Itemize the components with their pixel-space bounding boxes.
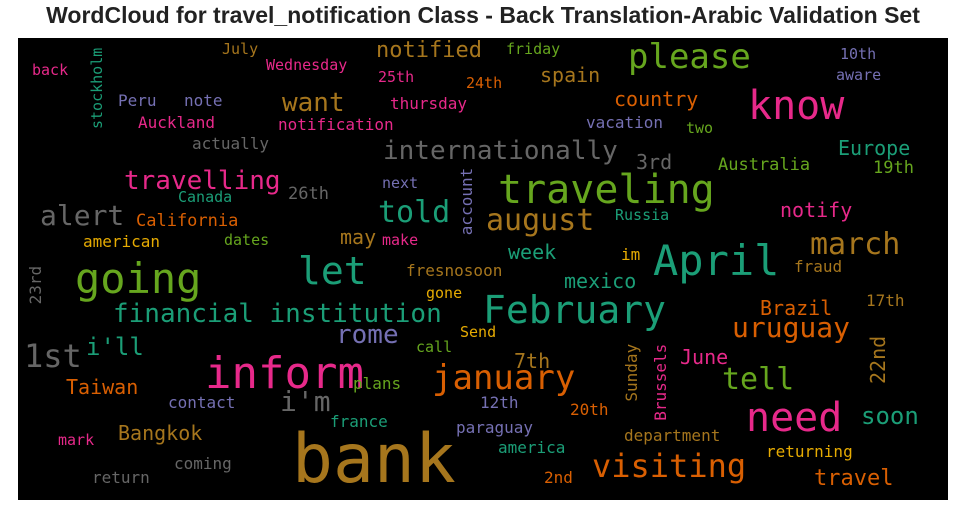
word-california: California bbox=[136, 211, 239, 231]
word-australia: Australia bbox=[718, 155, 811, 175]
word-june: June bbox=[680, 345, 729, 369]
word-russia: Russia bbox=[615, 206, 670, 224]
word-plans: plans bbox=[353, 374, 402, 393]
word-bangkok: Bangkok bbox=[118, 421, 203, 445]
word-stockholm: stockholm bbox=[88, 47, 106, 129]
word-17th: 17th bbox=[866, 291, 905, 310]
word-dates: dates bbox=[224, 231, 270, 249]
word-10th: 10th bbox=[840, 45, 877, 63]
word-want: want bbox=[282, 88, 345, 118]
word-22nd: 22nd bbox=[866, 335, 890, 384]
word-coming: coming bbox=[174, 454, 232, 473]
word-please: please bbox=[628, 38, 751, 77]
word-country: country bbox=[614, 87, 699, 111]
word-notification: notification bbox=[278, 115, 394, 134]
word-make: make bbox=[382, 231, 419, 249]
word-told: told bbox=[378, 195, 451, 230]
word-need: need bbox=[746, 395, 843, 441]
word-cloud: bank inform going April traveling know need Feb… bbox=[18, 38, 948, 500]
word-back: back bbox=[32, 61, 69, 79]
word-mexico: mexico bbox=[564, 269, 637, 293]
word-department: department bbox=[624, 426, 721, 445]
word-taiwan: Taiwan bbox=[66, 375, 139, 399]
word-i-m: i'm bbox=[280, 385, 331, 418]
word-3rd: 3rd bbox=[636, 150, 673, 174]
word-i-ll: i'll bbox=[86, 333, 144, 361]
word-23rd: 23rd bbox=[26, 265, 45, 305]
word-next: next bbox=[382, 174, 419, 192]
word-february: February bbox=[483, 288, 667, 332]
word-note: note bbox=[184, 91, 223, 110]
word-mark: mark bbox=[58, 431, 95, 449]
word-april: April bbox=[653, 236, 780, 285]
word-notify: notify bbox=[780, 198, 853, 222]
chart-title: WordCloud for travel_notification Class … bbox=[46, 2, 920, 28]
word-travel: travel bbox=[814, 466, 894, 491]
word-brussels: Brussels bbox=[651, 343, 670, 421]
word-wednesday: Wednesday bbox=[266, 56, 348, 74]
word-america: america bbox=[498, 438, 566, 457]
word-sunday: Sunday bbox=[622, 343, 641, 402]
word-know: know bbox=[748, 83, 845, 129]
word-going: going bbox=[75, 254, 202, 303]
word-auckland: Auckland bbox=[138, 113, 216, 132]
word-brazil: Brazil bbox=[760, 296, 833, 320]
word-7th: 7th bbox=[514, 349, 551, 373]
word-returning: returning bbox=[766, 442, 853, 461]
word-contact: contact bbox=[168, 393, 236, 412]
word-20th: 20th bbox=[570, 400, 609, 419]
word-tell: tell bbox=[722, 362, 795, 397]
word-march: march bbox=[810, 227, 901, 262]
word-friday: friday bbox=[506, 40, 561, 58]
word-24th: 24th bbox=[466, 74, 503, 92]
word-fraud: fraud bbox=[794, 257, 843, 276]
word-peru: Peru bbox=[118, 91, 157, 110]
word-paraguay: paraguay bbox=[456, 418, 534, 437]
word-soon: soon bbox=[861, 402, 919, 430]
word-26th: 26th bbox=[288, 184, 329, 204]
word-thursday: thursday bbox=[390, 94, 468, 113]
word-19th: 19th bbox=[873, 158, 914, 178]
word-vacation: vacation bbox=[586, 113, 664, 132]
word-im: im bbox=[621, 245, 641, 264]
word-europe: Europe bbox=[838, 136, 911, 160]
word-let: let bbox=[298, 249, 367, 293]
word-january: january bbox=[432, 358, 576, 398]
word-notified: notified bbox=[376, 38, 482, 63]
word-spain: spain bbox=[540, 63, 601, 87]
word-may: may bbox=[340, 225, 377, 249]
word-canada: Canada bbox=[178, 188, 233, 206]
word-return: return bbox=[92, 468, 150, 487]
word-send: Send bbox=[460, 323, 497, 341]
word-2nd: 2nd bbox=[544, 468, 573, 487]
word-bank: bank bbox=[292, 420, 456, 499]
word-american: american bbox=[83, 232, 161, 251]
word-aware: aware bbox=[836, 66, 882, 84]
word-france: france bbox=[330, 412, 388, 431]
word-fresnosoon: fresnosoon bbox=[406, 261, 503, 280]
word-rome: rome bbox=[336, 320, 399, 350]
word-two: two bbox=[686, 119, 714, 137]
word-12th: 12th bbox=[480, 393, 519, 412]
word-call: call bbox=[416, 338, 453, 356]
word-1st: 1st bbox=[24, 337, 82, 375]
word-internationally: internationally bbox=[383, 136, 618, 166]
word-25th: 25th bbox=[378, 68, 415, 86]
word-gone: gone bbox=[426, 284, 463, 302]
word-august: august bbox=[486, 203, 595, 238]
word-july: July bbox=[222, 40, 259, 58]
word-visiting: visiting bbox=[592, 447, 747, 485]
word-week: week bbox=[508, 240, 557, 264]
word-alert: alert bbox=[40, 199, 125, 232]
word-account: account bbox=[457, 167, 476, 236]
word-actually: actually bbox=[192, 134, 270, 153]
